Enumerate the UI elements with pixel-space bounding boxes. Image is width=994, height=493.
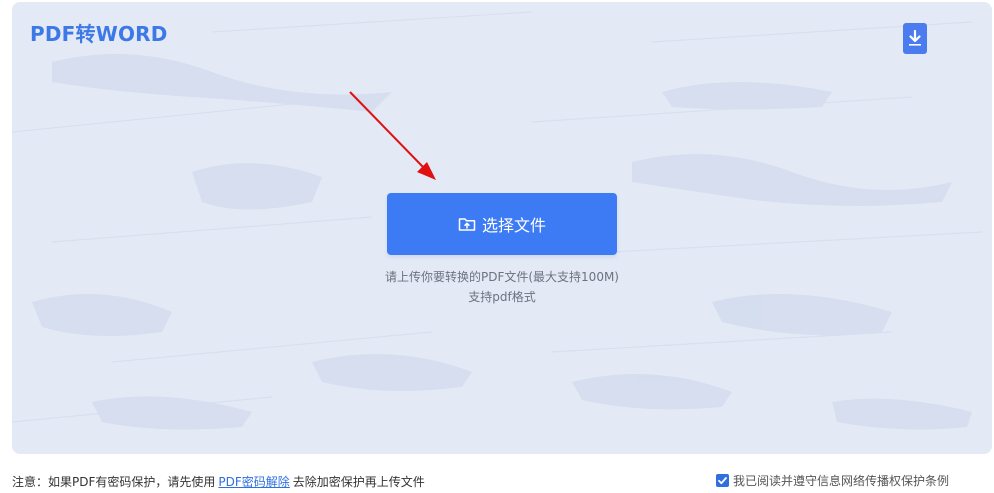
note-prefix: 注意：如果PDF有密码保护，请先使用 [12,475,216,489]
select-file-button[interactable]: 选择文件 [387,193,617,255]
note-suffix: 去除加密保护再上传文件 [292,475,425,489]
download-button[interactable] [903,23,927,54]
agreement: 我已阅读并遵守信息网络传播权保护条例 [716,472,949,489]
upload-hint-size: 请上传你要转换的PDF文件(最大支持100M) [384,270,619,284]
folder-upload-icon [458,216,476,232]
upload-panel[interactable]: PDF转WORD 选择文件 请上传你要转换的PDF文件(最大支持100M) 支持… [12,2,992,454]
download-icon [909,29,921,46]
agreement-checkbox[interactable] [716,474,729,487]
agreement-label[interactable]: 我已阅读并遵守信息网络传播权保护条例 [733,472,949,489]
pdf-password-removal-link[interactable]: PDF密码解除 [218,475,289,489]
password-note: 注意：如果PDF有密码保护，请先使用 PDF密码解除 去除加密保护再上传文件 [12,473,425,490]
upload-hint-format: 支持pdf格式 [468,290,536,304]
select-file-label: 选择文件 [481,216,546,235]
app-title: PDF转WORD [30,22,168,46]
checkmark-icon [718,477,727,485]
